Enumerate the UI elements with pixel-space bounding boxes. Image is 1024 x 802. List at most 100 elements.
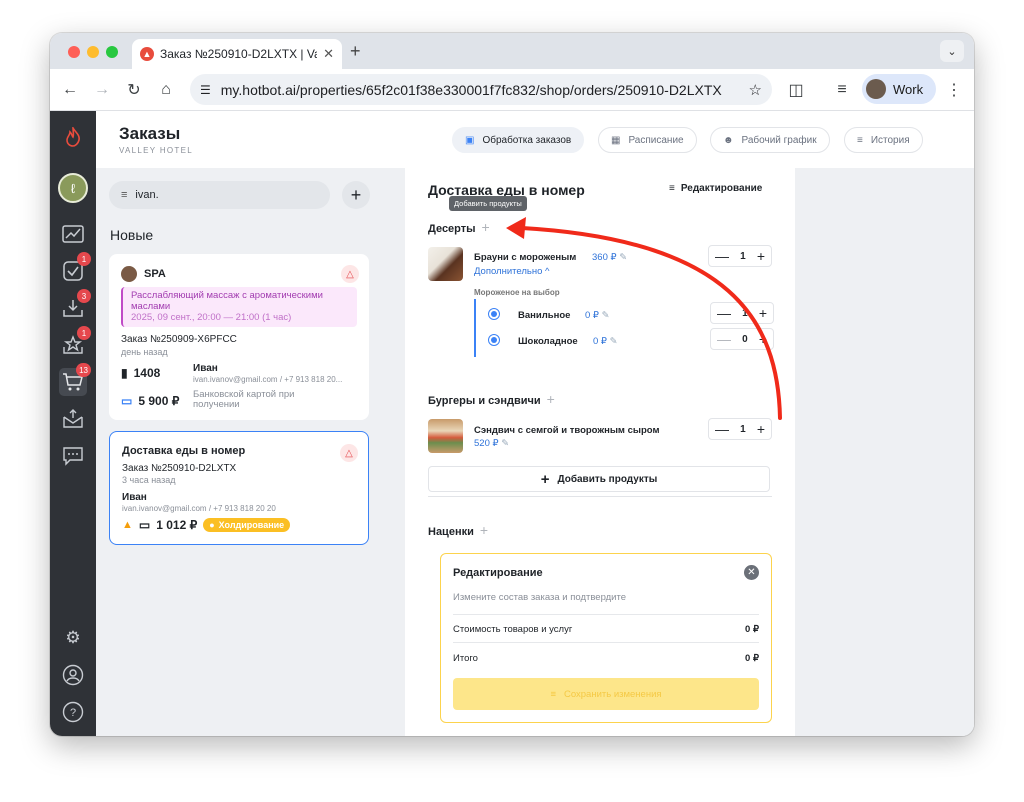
address-bar[interactable]: ☰ my.hotbot.ai/properties/65f2c01f38e330… — [190, 74, 772, 105]
options-label: Мороженое на выбор — [474, 288, 560, 297]
site-info-icon[interactable]: ☰ — [200, 83, 211, 97]
maximize-window-button[interactable] — [106, 46, 118, 58]
tab-schedule[interactable]: ▦ Расписание — [598, 127, 697, 153]
edit-panel: Редактирование ✕ Измените состав заказа … — [440, 553, 772, 723]
tab-work-schedule[interactable]: ☻ Рабочий график — [710, 127, 830, 153]
browser-tab[interactable]: ▲ Заказ №250910-D2LXTX | Va ✕ — [132, 39, 342, 69]
item-name: Брауни с мороженым — [474, 252, 577, 263]
chat-bubble-icon[interactable] — [59, 442, 87, 470]
extensions-puzzle-icon[interactable]: ◫ — [784, 78, 808, 102]
brownie-image — [428, 247, 463, 281]
sandwich-image — [428, 419, 463, 453]
plus-icon[interactable]: + — [759, 305, 767, 321]
minus-icon[interactable]: — — [717, 305, 731, 321]
bookmark-star-icon[interactable]: ☆ — [749, 81, 762, 99]
tab-label: Рабочий график — [741, 134, 817, 146]
radio-vanilla[interactable] — [488, 308, 500, 320]
guest-name: Иван — [122, 492, 147, 503]
tab-label: История — [870, 134, 910, 146]
item-price[interactable]: 520 ₽ ✎ — [474, 438, 509, 449]
guest-contact: ivan.ivanov@gmail.com / +7 913 818 20 20 — [122, 504, 276, 513]
hotbot-logo-icon[interactable] — [59, 123, 87, 151]
reload-icon[interactable]: ↻ — [122, 78, 146, 102]
svg-text:?: ? — [70, 707, 76, 719]
shop-badge: 13 — [76, 363, 91, 377]
minus-icon[interactable]: — — [717, 331, 731, 347]
save-changes-button[interactable]: ≡ Сохранить изменения — [453, 678, 759, 710]
price-value: 360 ₽ — [592, 252, 617, 263]
room-number: 1408 — [133, 366, 161, 380]
qty-value: 1 — [740, 423, 746, 435]
profile-button[interactable]: Work — [862, 74, 936, 104]
plus-icon[interactable]: + — [759, 331, 767, 347]
item-price[interactable]: 360 ₽ ✎ — [592, 252, 627, 263]
profile-circle-icon[interactable] — [59, 661, 87, 689]
add-order-button[interactable]: + — [342, 181, 370, 209]
help-question-icon[interactable]: ? — [59, 698, 87, 726]
user-avatar[interactable]: ℓ — [58, 173, 88, 203]
profile-avatar — [866, 79, 886, 99]
tasks-check-icon[interactable]: 1 — [59, 252, 91, 285]
quantity-stepper[interactable]: — 1 + — [708, 245, 772, 267]
add-markup-plus-icon[interactable]: + — [480, 522, 488, 538]
back-arrow-icon[interactable]: ← — [58, 78, 82, 102]
option-price[interactable]: 0 ₽ ✎ — [593, 336, 618, 347]
price-value: 0 ₽ — [593, 336, 607, 347]
edit-order-button[interactable]: ≡ Редактирование — [669, 183, 762, 194]
home-icon[interactable]: ⌂ — [154, 78, 178, 102]
item-name: Сэндвич с семгой и творожным сыром — [474, 425, 660, 436]
radio-chocolate[interactable] — [488, 334, 500, 346]
avatar-figure-icon: ℓ — [70, 180, 76, 196]
order-age: день назад — [121, 347, 168, 357]
add-product-plus-icon[interactable]: + — [482, 219, 490, 235]
edit-label: Редактирование — [680, 183, 763, 194]
plus-icon[interactable]: + — [757, 421, 765, 437]
minus-icon[interactable]: — — [715, 248, 729, 264]
plus-icon[interactable]: + — [757, 248, 765, 264]
reading-list-icon[interactable]: ≡ — [830, 78, 854, 102]
tab-order-processing[interactable]: ▣ Обработка заказов — [452, 127, 585, 153]
tab-history[interactable]: ≡ История — [844, 127, 923, 153]
minimize-window-button[interactable] — [87, 46, 99, 58]
tab-strip: ▲ Заказ №250910-D2LXTX | Va ✕ + ⌄ — [50, 33, 974, 69]
app-sidebar: ℓ 1 3 1 13 ⚙ ? — [50, 111, 96, 736]
add-products-button[interactable]: + Добавить продукты — [428, 466, 770, 492]
service-name: Расслабляющий массаж с ароматическими ма… — [131, 290, 323, 312]
close-window-button[interactable] — [68, 46, 80, 58]
search-input[interactable]: ≡ ivan. — [109, 181, 330, 209]
search-list-icon: ≡ — [121, 189, 128, 201]
new-tab-icon[interactable]: + — [350, 41, 361, 62]
option-price[interactable]: 0 ₽ ✎ — [585, 310, 610, 321]
order-amount: 5 900 ₽ — [138, 394, 180, 408]
url-text: my.hotbot.ai/properties/65f2c01f38e33000… — [220, 81, 722, 98]
section-title-new: Новые — [110, 227, 154, 243]
add-product-plus-icon[interactable]: + — [547, 391, 555, 407]
price-value: 0 ₽ — [585, 310, 599, 321]
status-label: Холдирование — [218, 520, 285, 530]
quantity-stepper[interactable]: — 0 + — [710, 328, 774, 350]
order-card-room-service[interactable]: Доставка еды в номер △ Заказ №250910-D2L… — [109, 431, 369, 545]
page-header: Заказы VALLEY HOTEL ▣ Обработка заказов … — [96, 111, 974, 168]
total-label: Итого — [453, 653, 478, 664]
save-label: Сохранить изменения — [563, 688, 662, 700]
quantity-stepper[interactable]: — 1 + — [710, 302, 774, 324]
tab-label: Обработка заказов — [482, 134, 572, 146]
settings-gear-icon[interactable]: ⚙ — [59, 624, 87, 652]
quantity-stepper[interactable]: — 1 + — [708, 418, 772, 440]
close-tab-icon[interactable]: ✕ — [323, 46, 334, 62]
browser-menu-icon[interactable]: ⋮ — [942, 78, 966, 102]
close-icon[interactable]: ✕ — [744, 565, 759, 580]
inbox-tray-icon: ▣ — [465, 134, 475, 146]
order-card-spa[interactable]: SPA △ Расслабляющий массаж с ароматическ… — [109, 254, 369, 420]
analytics-chart-icon[interactable] — [59, 220, 87, 248]
minus-icon[interactable]: — — [715, 421, 729, 437]
divider — [453, 642, 759, 643]
group-desserts-header: Десерты + — [428, 219, 490, 235]
reviews-star-icon[interactable]: 1 — [59, 326, 91, 359]
inbox-download-icon[interactable]: 3 — [59, 289, 91, 322]
tab-search-chevron-icon[interactable]: ⌄ — [940, 40, 964, 62]
more-options-toggle[interactable]: Дополнительно ^ — [474, 266, 549, 277]
mail-upload-icon[interactable] — [59, 405, 87, 433]
forward-arrow-icon[interactable]: → — [90, 78, 114, 102]
shop-cart-icon[interactable]: 13 — [59, 363, 91, 396]
